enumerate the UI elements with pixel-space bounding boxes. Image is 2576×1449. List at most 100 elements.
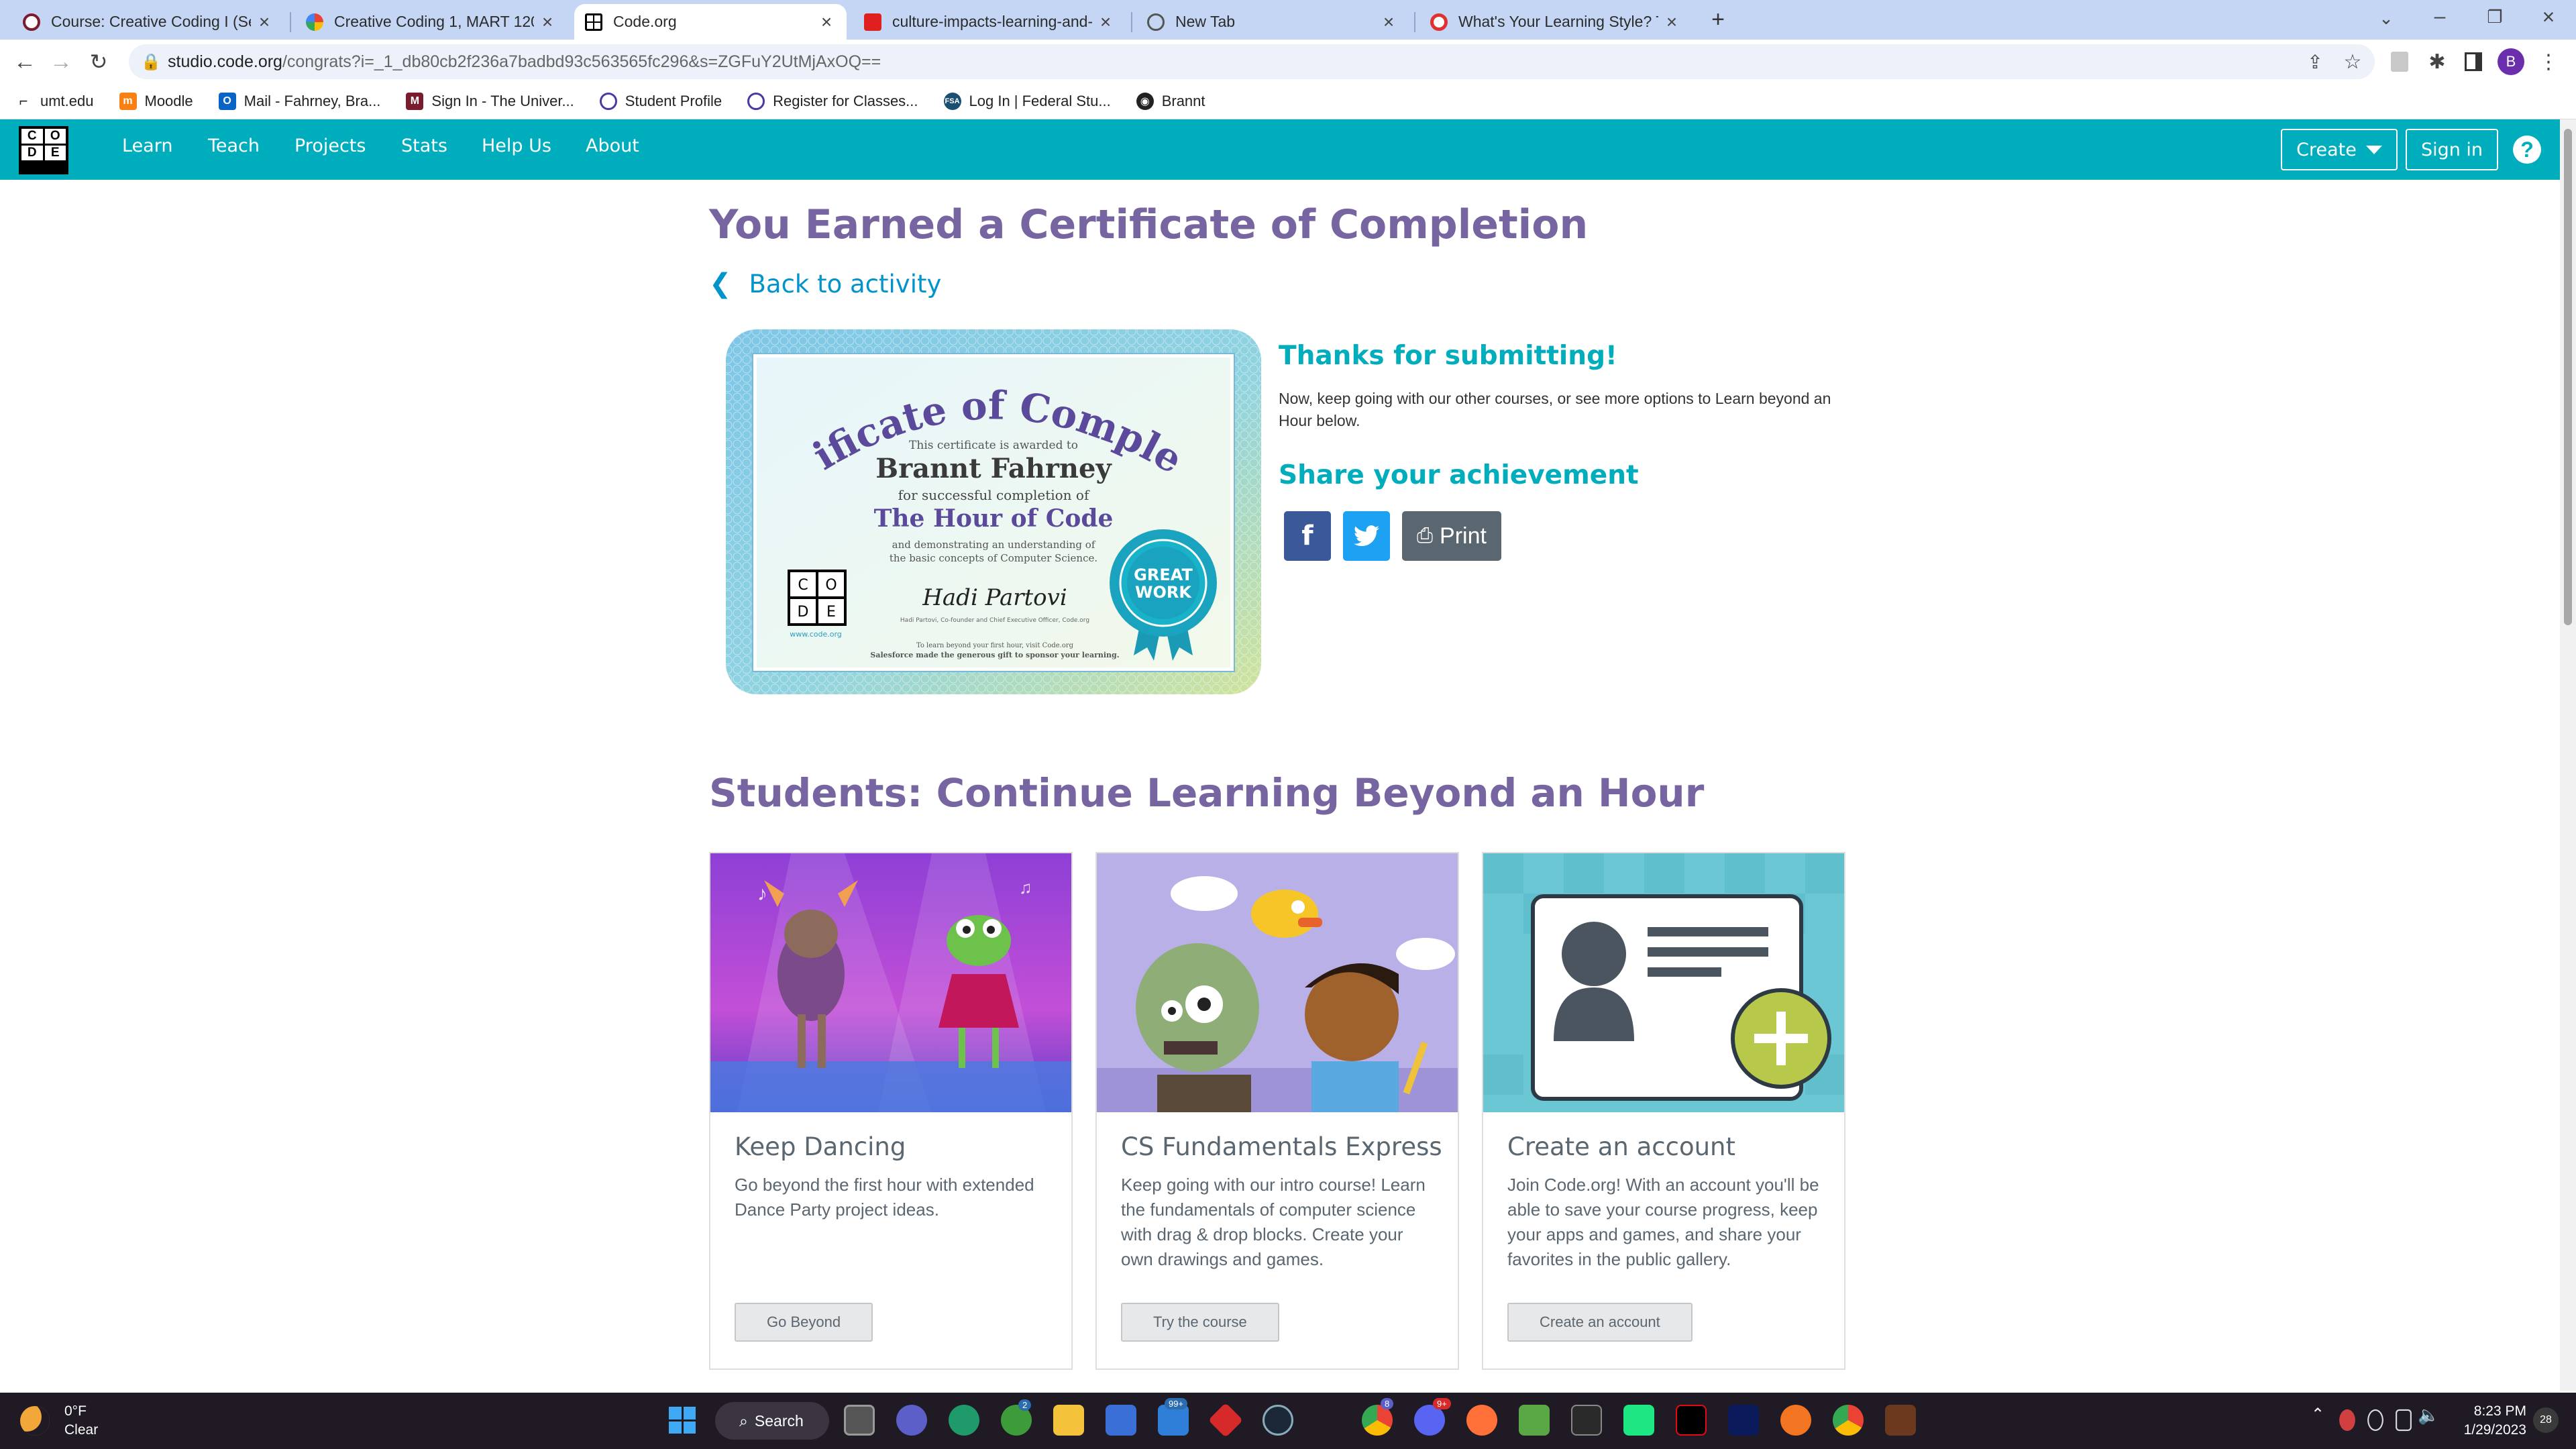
restore-window-icon[interactable]: ❐	[2479, 1, 2510, 32]
chrome-profile-icon[interactable]	[1833, 1405, 1864, 1436]
bookmark-register-classes[interactable]: Register for Classes...	[747, 93, 918, 110]
side-panel-icon[interactable]	[2458, 46, 2489, 77]
show-hidden-icons-chevron-icon[interactable]: ⌃	[2308, 1405, 2328, 1436]
task-view-icon[interactable]	[844, 1405, 875, 1436]
tab-divider	[1131, 12, 1132, 32]
code-org-logo[interactable]: C O D E	[19, 126, 68, 174]
firefox-icon[interactable]	[1466, 1405, 1497, 1436]
close-tab-icon[interactable]: ×	[1096, 11, 1115, 33]
hulu-icon[interactable]	[1623, 1405, 1654, 1436]
dance-party-image: ♪ ♫	[710, 853, 1071, 1112]
close-window-icon[interactable]: ×	[2533, 1, 2564, 32]
bookmark-moodle[interactable]: m Moodle	[119, 93, 193, 110]
tab-course-creative-coding[interactable]: Course: Creative Coding I (Sect: S ×	[12, 4, 284, 40]
windows-start-icon[interactable]	[667, 1405, 698, 1436]
sync-icon[interactable]	[2367, 1409, 2383, 1432]
nav-teach[interactable]: Teach	[208, 136, 260, 156]
bookmark-star-icon[interactable]: ☆	[2337, 46, 2368, 77]
chrome-icon[interactable]: 8	[1362, 1398, 1394, 1436]
close-tab-icon[interactable]: ×	[1662, 11, 1681, 33]
share-page-icon[interactable]: ⇪	[2300, 46, 2330, 77]
card-title: Create an account	[1507, 1132, 1735, 1161]
bookmark-brannt[interactable]: ◉ Brannt	[1136, 93, 1205, 110]
tab-culture-impacts-pdf[interactable]: culture-impacts-learning-and-nc ×	[853, 4, 1126, 40]
address-bar[interactable]: 🔒 studio.code.org/congrats?i=_1_db80cb2f…	[129, 44, 2375, 79]
disney-plus-icon[interactable]	[1728, 1405, 1759, 1436]
browser-menu-icon[interactable]: ⋮	[2533, 46, 2564, 77]
page-scrollbar[interactable]	[2560, 119, 2576, 1391]
certificate-recipient-name: Brannt Fahrney	[875, 453, 1112, 484]
nav-learn[interactable]: Learn	[122, 136, 172, 156]
tab-divider	[290, 12, 291, 32]
back-arrow-icon[interactable]: ←	[9, 46, 40, 77]
certificate-signer: Hadi Partovi, Co-founder and Chief Execu…	[900, 617, 1089, 624]
display-icon[interactable]	[2396, 1409, 2412, 1432]
discord-icon[interactable]: 9+	[1414, 1398, 1451, 1436]
steam-icon[interactable]	[1263, 1405, 1293, 1436]
bookmark-mail[interactable]: O Mail - Fahrney, Bra...	[218, 93, 380, 110]
bookmark-student-profile[interactable]: Student Profile	[599, 93, 722, 110]
extensions-puzzle-icon[interactable]: ✱	[2422, 46, 2453, 77]
epic-games-icon[interactable]	[1571, 1405, 1602, 1436]
microsoft-store-icon[interactable]	[1106, 1405, 1136, 1436]
tab-new-tab[interactable]: New Tab ×	[1136, 4, 1409, 40]
mail-icon[interactable]: 99+	[1158, 1398, 1189, 1436]
close-tab-icon[interactable]: ×	[817, 11, 836, 33]
edge-icon[interactable]	[949, 1405, 979, 1436]
tab-learning-style[interactable]: What's Your Learning Style? The ×	[1419, 4, 1692, 40]
nav-projects[interactable]: Projects	[294, 136, 366, 156]
print-button[interactable]: ⎙ Print	[1402, 511, 1501, 561]
tab-creative-coding-mart[interactable]: Creative Coding 1, MART 120 | C ×	[295, 4, 568, 40]
sign-in-button[interactable]: Sign in	[2406, 129, 2498, 170]
weather-temperature: 0°F	[64, 1403, 87, 1419]
new-tab-button[interactable]: +	[1703, 4, 1733, 35]
xbox-icon[interactable]: 2	[1001, 1399, 1032, 1436]
close-tab-icon[interactable]: ×	[1379, 11, 1398, 33]
volume-icon[interactable]: 🔈	[2418, 1405, 2440, 1436]
chat-icon[interactable]	[896, 1405, 927, 1436]
nav-help-us[interactable]: Help Us	[482, 136, 551, 156]
nav-about[interactable]: About	[586, 136, 639, 156]
bookmark-umt[interactable]: ⌐ umt.edu	[15, 93, 94, 110]
clock-date: 1/29/2023	[2463, 1422, 2526, 1438]
go-beyond-button[interactable]: Go Beyond	[735, 1303, 873, 1342]
tray-app-icon[interactable]	[2339, 1409, 2355, 1432]
create-dropdown-button[interactable]: Create	[2281, 129, 2398, 170]
weather-widget[interactable]: 0°F Clear	[20, 1402, 98, 1440]
svg-text:WORK: WORK	[1135, 583, 1192, 602]
bookmark-federal-student-aid[interactable]: FSA Log In | Federal Stu...	[943, 93, 1111, 110]
file-explorer-icon[interactable]	[1053, 1405, 1084, 1436]
twitter-share-button[interactable]	[1343, 511, 1390, 561]
drive-favicon-icon	[306, 13, 323, 31]
minimize-icon[interactable]: –	[2424, 1, 2455, 32]
close-tab-icon[interactable]: ×	[538, 11, 557, 33]
profile-avatar[interactable]: B	[2496, 46, 2526, 77]
close-tab-icon[interactable]: ×	[255, 11, 274, 33]
taskbar-search[interactable]: ⌕ Search	[715, 1402, 829, 1440]
code-org-favicon-icon	[585, 13, 602, 31]
netflix-icon[interactable]	[1676, 1405, 1707, 1436]
svg-text:E: E	[826, 604, 836, 621]
try-the-course-button[interactable]: Try the course	[1121, 1303, 1279, 1342]
scrollbar-thumb[interactable]	[2564, 129, 2572, 625]
reload-icon[interactable]: ↻	[83, 46, 114, 77]
help-question-icon[interactable]: ?	[2513, 136, 2541, 164]
taskbar-clock[interactable]: 8:23 PM 1/29/2023	[2455, 1402, 2526, 1440]
fsa-icon: FSA	[943, 93, 961, 110]
forward-arrow-icon[interactable]: →	[46, 46, 76, 77]
tab-code-org[interactable]: Code.org ×	[574, 4, 847, 40]
extension-icon[interactable]	[2384, 46, 2415, 77]
create-an-account-button[interactable]: Create an account	[1507, 1303, 1693, 1342]
umt-login-icon: M	[406, 93, 424, 110]
facebook-share-button[interactable]: f	[1284, 511, 1331, 561]
tab-search-chevron-icon[interactable]: ⌄	[2371, 3, 2402, 34]
notification-center-badge[interactable]: 28	[2533, 1407, 2559, 1433]
nav-stats[interactable]: Stats	[401, 136, 447, 156]
minecraft-icon[interactable]	[1519, 1405, 1550, 1436]
game-launcher-icon[interactable]	[1208, 1402, 1244, 1438]
moon-icon	[20, 1406, 50, 1436]
bookmark-sign-in[interactable]: M Sign In - The Univer...	[406, 93, 574, 110]
crunchyroll-icon[interactable]	[1780, 1405, 1811, 1436]
back-to-activity-link[interactable]: ❮ Back to activity	[709, 268, 941, 299]
app-icon[interactable]	[1885, 1405, 1916, 1436]
